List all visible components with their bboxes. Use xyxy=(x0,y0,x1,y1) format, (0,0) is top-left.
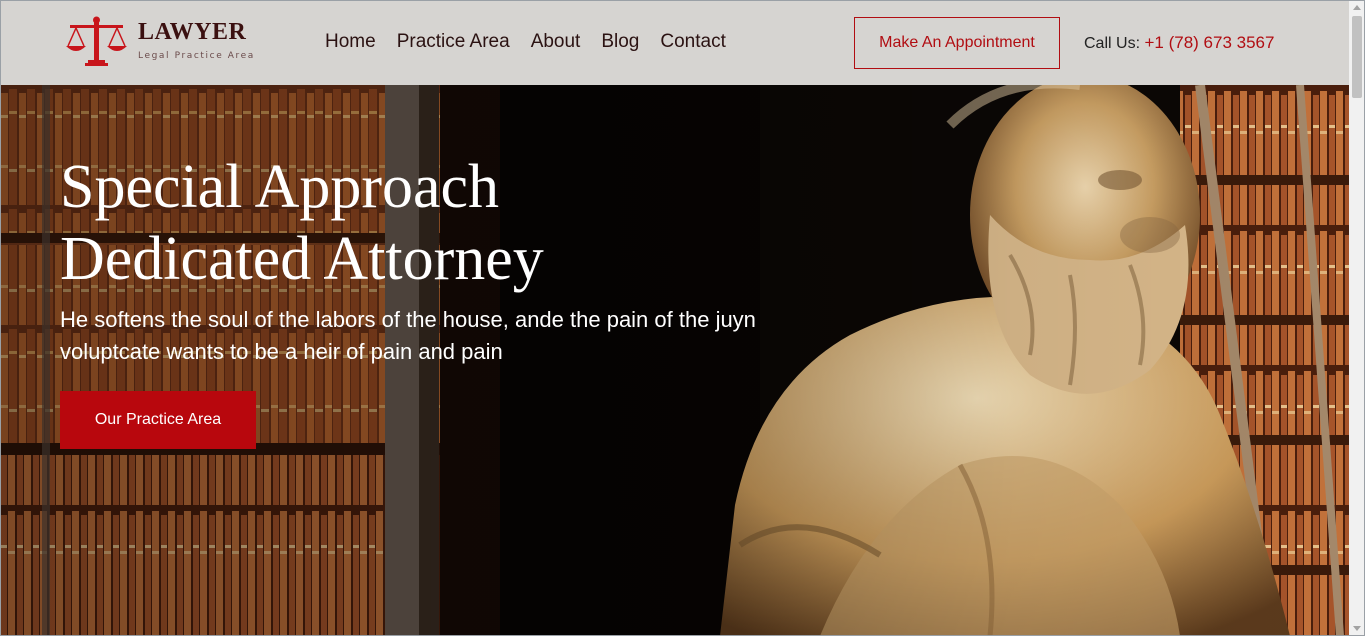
scroll-down-arrow-icon[interactable] xyxy=(1353,626,1361,631)
call-us-label: Call Us: xyxy=(1084,35,1141,52)
make-appointment-button[interactable]: Make An Appointment xyxy=(854,17,1060,69)
hero-title-line-1: Special Approach xyxy=(60,153,500,221)
our-practice-area-button[interactable]: Our Practice Area xyxy=(60,391,256,449)
hero-description: He softens the soul of the labors of the… xyxy=(60,307,756,364)
scroll-up-arrow-icon[interactable] xyxy=(1353,5,1361,10)
nav-contact[interactable]: Contact xyxy=(660,31,725,53)
main-nav: Home Practice Area About Blog Contact xyxy=(325,31,726,53)
call-us: Call Us: +1 (78) 673 3567 xyxy=(1084,33,1274,54)
nav-home[interactable]: Home xyxy=(325,31,376,53)
hero-title: Special Approach Dedicated Attorney xyxy=(60,151,760,295)
brand-subtitle: Legal Practice Area xyxy=(138,51,255,61)
scroll-thumb[interactable] xyxy=(1352,16,1362,98)
phone-link[interactable]: +1 (78) 673 3567 xyxy=(1144,33,1274,52)
nav-about[interactable]: About xyxy=(531,31,581,53)
hero-section: Special Approach Dedicated Attorney He s… xyxy=(0,85,1349,636)
brand-text: LAWYER Legal Practice Area xyxy=(138,19,255,62)
nav-blog[interactable]: Blog xyxy=(601,31,639,53)
brand-logo[interactable]: LAWYER Legal Practice Area xyxy=(64,16,255,66)
scales-of-justice-icon xyxy=(64,16,130,66)
nav-practice-area[interactable]: Practice Area xyxy=(397,31,510,53)
site-header: LAWYER Legal Practice Area Home Practice… xyxy=(0,0,1349,85)
vertical-scrollbar[interactable] xyxy=(1349,0,1365,636)
brand-title: LAWYER xyxy=(138,19,247,45)
hero-title-line-2: Dedicated Attorney xyxy=(60,225,544,293)
